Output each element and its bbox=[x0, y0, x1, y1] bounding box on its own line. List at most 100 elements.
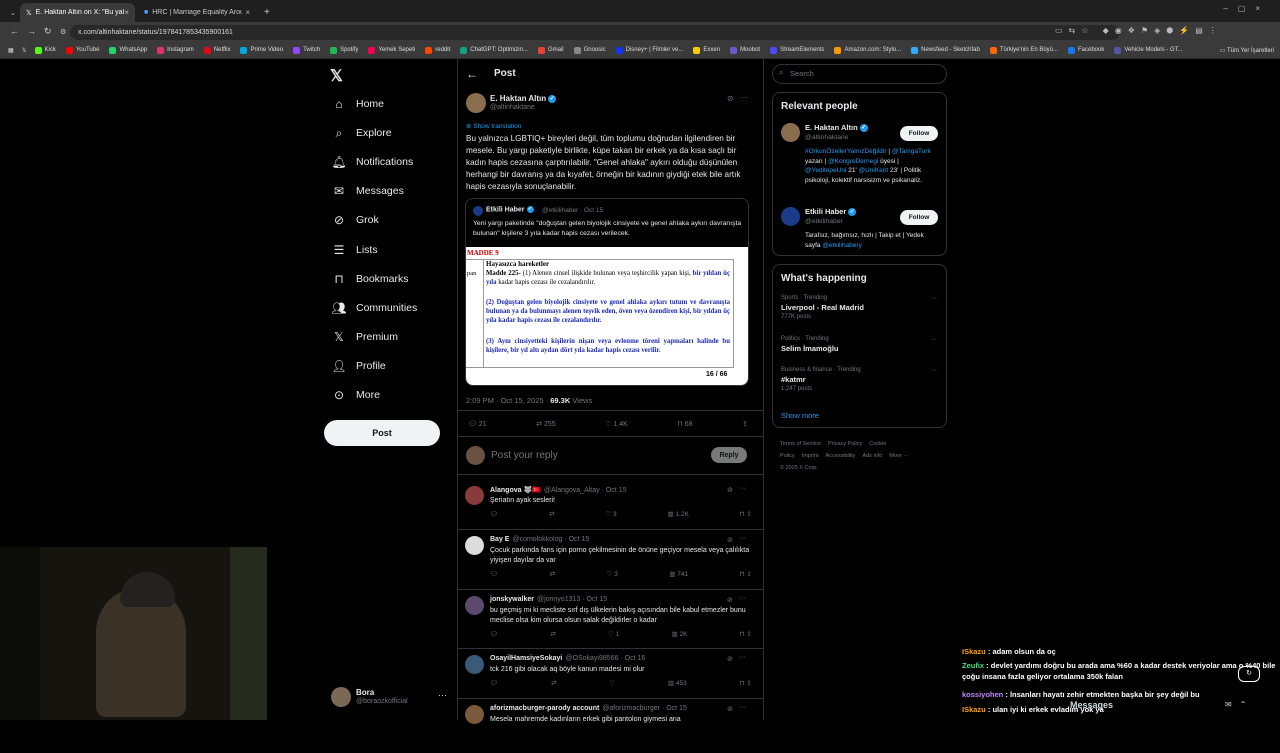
bio-link[interactable]: @UniKent bbox=[859, 167, 889, 174]
close-tab-icon[interactable]: × bbox=[245, 8, 250, 17]
nav-item-communities[interactable]: 👥︎ Communities bbox=[331, 299, 417, 317]
bookmark-item[interactable]: Vehicle Models - GT... bbox=[1114, 46, 1183, 54]
grok-icon[interactable]: ⊘ bbox=[727, 655, 733, 663]
more-options-icon[interactable]: ··· bbox=[739, 704, 746, 711]
footer-link[interactable]: Privacy Policy bbox=[828, 441, 862, 447]
nav-item-grok[interactable]: ⊘ Grok bbox=[331, 211, 379, 229]
bio-link[interactable]: @TamgaTurk bbox=[892, 148, 931, 155]
quoted-tweet[interactable]: Etkili Haber ✓ @etkilihaber · Oct 15 Yeni… bbox=[465, 198, 749, 386]
views-action[interactable]: ▥ 1.2K bbox=[667, 510, 688, 518]
views-action[interactable]: ▥ 2K bbox=[672, 630, 688, 638]
nav-item-explore[interactable]: ⌕ Explore bbox=[331, 124, 392, 142]
nav-item-messages[interactable]: ✉ Messages bbox=[331, 182, 404, 200]
repost-icon[interactable]: ⇄ bbox=[549, 510, 554, 518]
x-logo-icon[interactable]: 𝕏 bbox=[330, 66, 343, 86]
bookmark-item[interactable]: Amazon.com: Stylo... bbox=[834, 46, 901, 54]
trend-item[interactable]: Business & finance · Trending #katmr 1,247… bbox=[781, 367, 941, 397]
like-action[interactable]: ♡ 1 bbox=[608, 630, 619, 638]
bookmark-item[interactable]: Kick bbox=[34, 46, 56, 54]
tab-active[interactable]: 𝕏 E. Haktan Altın on X: "Bu yalnızca × bbox=[20, 3, 135, 22]
grok-icon[interactable]: ⊘ bbox=[727, 705, 733, 713]
bookmark-item[interactable]: WhatsApp bbox=[109, 46, 147, 54]
bookmark-item[interactable]: StreamElements bbox=[770, 46, 824, 54]
tab-search-icon[interactable]: ⌄ bbox=[4, 3, 18, 22]
nav-item-more[interactable]: ⊙ More bbox=[331, 386, 380, 404]
bookmark-item[interactable]: Disney+ | Filmler ve... bbox=[615, 46, 683, 54]
bookmark-item[interactable]: Gnoosic bbox=[573, 46, 606, 54]
bookmark-item[interactable]: Moobot bbox=[730, 46, 760, 54]
author-avatar[interactable] bbox=[466, 93, 486, 113]
reply-author[interactable]: OsayilHamsiyeSokayi bbox=[490, 655, 562, 662]
footer-link[interactable]: Accessibility bbox=[825, 453, 855, 459]
trend-item[interactable]: Sports · Trending Liverpool - Real Madrid… bbox=[781, 295, 941, 325]
repost-action[interactable]: ⇄ 255 bbox=[536, 420, 556, 428]
window-controls[interactable]: –▢× bbox=[1223, 4, 1270, 13]
reply-avatar[interactable] bbox=[465, 705, 484, 724]
tab-inactive[interactable]: ■ HRC | Marriage Equality Aroun × bbox=[138, 3, 256, 22]
address-bar[interactable]: x.com/altinhaktane/status/19784178534359… bbox=[70, 25, 1120, 40]
reply-icon[interactable]: 💬︎ bbox=[490, 570, 498, 578]
messages-drawer[interactable]: Messages bbox=[1070, 700, 1113, 710]
bio-link[interactable]: @KongreDernegi bbox=[828, 158, 878, 165]
bookmark-icon[interactable]: ⊓ bbox=[740, 631, 747, 638]
footer-link[interactable]: Terms of Service bbox=[780, 441, 821, 447]
site-info-icon[interactable]: ⚙ bbox=[60, 28, 66, 36]
bookmark-item[interactable]: Türkiye'nin En Büyü... bbox=[989, 46, 1058, 54]
bookmark-item[interactable]: Exxen bbox=[693, 46, 720, 54]
apps-icon[interactable]: ▦ bbox=[8, 47, 14, 54]
bookmark-item[interactable]: YouTube bbox=[65, 46, 99, 54]
reply-button[interactable]: Reply bbox=[711, 447, 747, 463]
like-action[interactable]: ♡ bbox=[609, 679, 615, 687]
more-options-icon[interactable]: ··· bbox=[740, 93, 748, 102]
reply-input[interactable]: Post your reply bbox=[491, 450, 558, 461]
bookmark-item[interactable]: Twitch bbox=[293, 46, 320, 54]
grok-icon[interactable]: ⊘ bbox=[727, 536, 733, 544]
views-action[interactable]: ▥ 741 bbox=[669, 570, 688, 578]
nav-item-bookmarks[interactable]: ⊓ Bookmarks bbox=[331, 270, 408, 288]
messages-drawer-icons[interactable]: ✉⌃ bbox=[1225, 700, 1254, 709]
like-action[interactable]: ♡ 3 bbox=[605, 510, 616, 518]
share-icon[interactable]: ⇪ bbox=[742, 420, 748, 428]
bookmark-item[interactable]: Prime Video bbox=[240, 46, 283, 54]
like-action[interactable]: ♡ 3 bbox=[607, 570, 618, 578]
grok-icon[interactable]: ⊘ bbox=[727, 486, 733, 494]
follow-button[interactable]: Follow bbox=[900, 126, 938, 141]
reply-tweet[interactable]: Bay E @comolokkolog · Oct 15 ⊘ ··· Çocuk par… bbox=[465, 534, 755, 584]
bookmark-item[interactable]: Newsfeed - Sketchfab bbox=[911, 46, 980, 54]
post-button[interactable]: Post bbox=[324, 420, 440, 446]
more-options-icon[interactable]: ··· bbox=[739, 535, 746, 542]
person-avatar[interactable] bbox=[781, 207, 800, 226]
bookmark-item[interactable]: Netflix bbox=[203, 46, 230, 54]
account-more-icon[interactable]: ··· bbox=[438, 690, 447, 700]
reply-icon[interactable]: 💬︎ bbox=[490, 630, 498, 638]
footer-link[interactable]: More ··· bbox=[889, 453, 909, 459]
nav-item-premium[interactable]: 𝕏 Premium bbox=[331, 328, 398, 346]
follow-button[interactable]: Follow bbox=[900, 210, 938, 225]
bookmark-item[interactable]: Yemek Sepeti bbox=[368, 46, 415, 54]
views-action[interactable]: ▥ 453 bbox=[668, 679, 687, 687]
x-bookmark-icon[interactable]: 𝕏 bbox=[22, 47, 27, 54]
more-options-icon[interactable]: ··· bbox=[739, 485, 746, 492]
person-name[interactable]: E. Haktan Altın ✓ bbox=[805, 123, 868, 133]
bookmark-icon[interactable]: ⊓ bbox=[740, 571, 747, 578]
account-avatar[interactable] bbox=[331, 687, 351, 707]
like-action[interactable]: ♡ 1.4K bbox=[605, 420, 628, 428]
bookmark-item[interactable]: Instagram bbox=[157, 46, 194, 54]
reply-author[interactable]: jonskywalker bbox=[490, 596, 534, 603]
grok-icon[interactable]: ⊘ bbox=[727, 596, 733, 604]
footer-link[interactable]: Ads info bbox=[862, 453, 882, 459]
reply-tweet[interactable]: aforizmacburger-parody account @aforizmac… bbox=[465, 703, 755, 753]
reply-author[interactable]: aforizmacburger-parody account bbox=[490, 705, 599, 712]
more-options-icon[interactable]: ··· bbox=[739, 595, 746, 602]
reply-tweet[interactable]: OsayilHamsiyeSokayi @OSokayi98566 · Oct 1… bbox=[465, 653, 755, 703]
bookmark-icon[interactable]: ⊓ bbox=[740, 511, 747, 518]
all-bookmarks[interactable]: ▭ Tüm Yer İşaretleri bbox=[1220, 47, 1274, 54]
trend-more-icon[interactable]: ··· bbox=[930, 336, 937, 343]
nav-item-lists[interactable]: ☰ Lists bbox=[331, 241, 378, 259]
bookmark-item[interactable]: ChatGPT: Optimizin... bbox=[460, 46, 528, 54]
trend-more-icon[interactable]: ··· bbox=[930, 295, 937, 302]
reply-avatar[interactable] bbox=[465, 486, 484, 505]
trend-more-icon[interactable]: ··· bbox=[930, 367, 937, 374]
show-more-link[interactable]: Show more bbox=[781, 411, 819, 420]
reply-icon[interactable]: 💬︎ bbox=[490, 679, 498, 687]
